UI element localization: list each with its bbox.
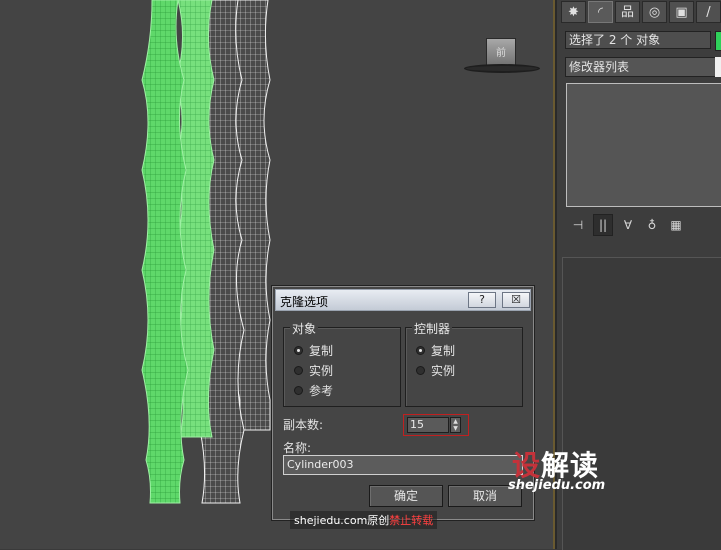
dialog-titlebar[interactable]: 克隆选项 ? ☒ — [275, 289, 531, 311]
option-label: 实例 — [431, 364, 456, 378]
close-button[interactable]: ☒ — [502, 292, 530, 308]
watermark-footer-warning: 禁止转载 — [389, 514, 434, 527]
object-group-label: 对象 — [290, 320, 319, 337]
name-field[interactable]: Cylinder003 — [283, 455, 523, 475]
copies-highlight: 15 ▲ ▼ — [403, 414, 469, 436]
watermark-url: shejiedu.com — [508, 478, 606, 493]
modifier-list-dropdown[interactable]: 修改器列表 — [565, 57, 721, 77]
watermark-footer-text: shejiedu.com原创 — [294, 514, 390, 527]
hierarchy-icon[interactable]: 品 — [615, 1, 640, 23]
stack-toolbar: ⊣ || ∀ ♁ ▦ — [569, 214, 721, 236]
selection-name-field[interactable]: 选择了 2 个 对象 — [565, 31, 711, 49]
display-icon[interactable]: ▣ — [669, 1, 694, 23]
remove-modifier-icon[interactable]: ♁ — [643, 218, 661, 232]
command-panel-tabs: ✸ ◜ 品 ◎ ▣ / — [561, 1, 721, 25]
viewcube-label: 前 — [496, 48, 506, 59]
controller-instance-option[interactable]: 实例 — [416, 362, 455, 379]
make-unique-icon[interactable]: ∀ — [619, 218, 637, 232]
column-mesh-green-front — [141, 0, 189, 504]
dialog-title: 克隆选项 — [280, 295, 329, 309]
controller-group: 控制器 复制 实例 — [405, 320, 523, 407]
viewcube-ring[interactable] — [464, 64, 540, 73]
radio-button[interactable] — [416, 346, 425, 355]
radio-button[interactable] — [416, 366, 425, 375]
object-copy-option[interactable]: 复制 — [294, 342, 333, 359]
controller-copy-option[interactable]: 复制 — [416, 342, 455, 359]
name-label: 名称: — [283, 441, 312, 455]
help-button[interactable]: ? — [468, 292, 496, 308]
radio-button[interactable] — [294, 386, 303, 395]
object-group: 对象 复制 实例 参考 — [283, 320, 401, 407]
copies-spinner[interactable]: ▲ ▼ — [450, 417, 461, 433]
option-label: 复制 — [309, 344, 334, 358]
object-instance-option[interactable]: 实例 — [294, 362, 333, 379]
object-color-swatch[interactable] — [715, 31, 721, 51]
modifier-stack[interactable] — [566, 83, 721, 207]
motion-icon[interactable]: ◎ — [642, 1, 667, 23]
parameters-rollout — [562, 257, 721, 550]
controller-group-label: 控制器 — [412, 320, 453, 337]
clone-options-dialog: 克隆选项 ? ☒ 对象 复制 实例 参考 控制器 复制 实例 副本数: 15 ▲… — [272, 286, 534, 520]
object-reference-option[interactable]: 参考 — [294, 382, 333, 399]
spinner-up-icon[interactable]: ▲ — [451, 418, 460, 425]
option-label: 参考 — [309, 384, 334, 398]
configure-sets-icon[interactable]: ▦ — [667, 218, 685, 232]
copies-input[interactable]: 15 — [407, 417, 449, 433]
create-icon[interactable]: ✸ — [561, 1, 586, 23]
option-label: 实例 — [309, 364, 334, 378]
radio-button[interactable] — [294, 346, 303, 355]
ok-button[interactable]: 确定 — [369, 485, 443, 507]
show-end-result-icon[interactable]: || — [593, 214, 613, 236]
spinner-down-icon[interactable]: ▼ — [451, 425, 460, 432]
utilities-icon[interactable]: / — [696, 1, 721, 23]
pin-stack-icon[interactable]: ⊣ — [569, 218, 587, 232]
radio-button[interactable] — [294, 366, 303, 375]
modify-icon[interactable]: ◜ — [588, 1, 613, 23]
watermark-footer: shejiedu.com原创禁止转载 — [290, 511, 438, 529]
copies-label: 副本数: — [283, 418, 324, 432]
option-label: 复制 — [431, 344, 456, 358]
modifier-list-arrow[interactable] — [715, 57, 721, 77]
